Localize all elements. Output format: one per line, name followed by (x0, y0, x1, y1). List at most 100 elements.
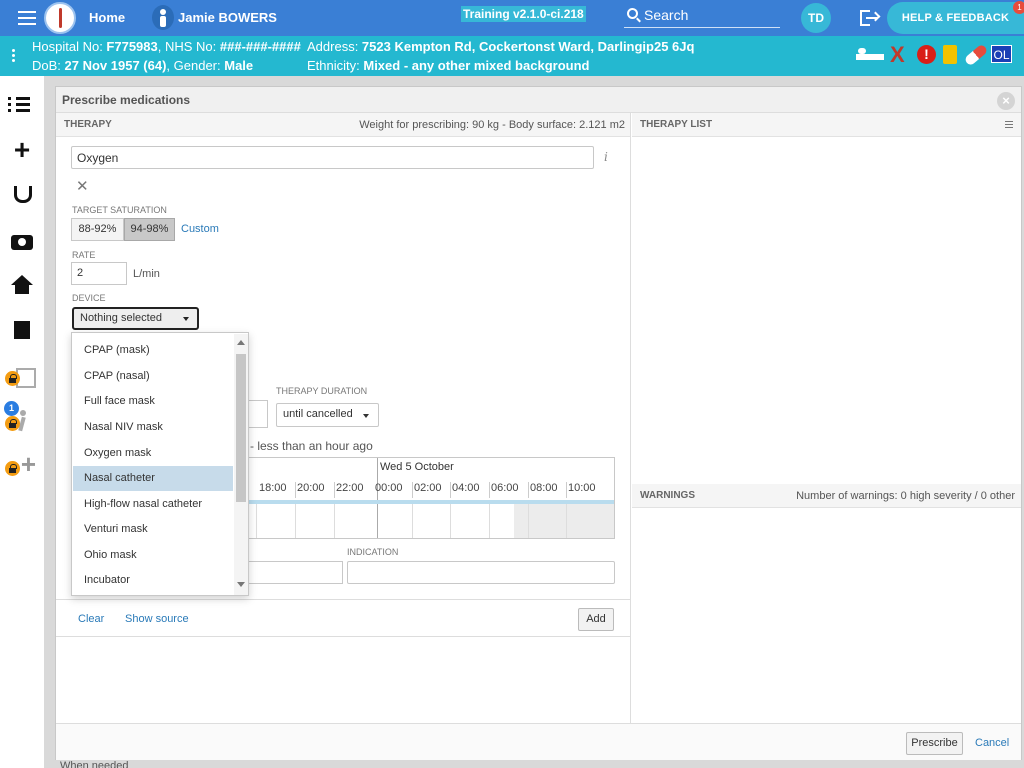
indication-input[interactable] (347, 561, 615, 584)
dob: 27 Nov 1957 (64) (64, 58, 167, 73)
menu-icon[interactable] (1005, 121, 1013, 130)
notification-badge[interactable]: 1 (1013, 1, 1024, 14)
home-button[interactable]: Home (89, 10, 125, 25)
ethnicity: Mixed - any other mixed background (363, 58, 590, 73)
cross-icon[interactable]: X (890, 44, 908, 66)
search-icon (627, 8, 638, 19)
device-option[interactable]: CPAP (nasal) (73, 364, 233, 389)
timeline-future-zone (514, 504, 614, 538)
device-option[interactable]: Venturi mask (73, 517, 233, 542)
top-nav-bar: Home Jamie BOWERS Training v2.1.0-ci.218… (0, 0, 1024, 36)
help-feedback-button[interactable]: HELP & FEEDBACK (887, 2, 1024, 34)
hospital-number: F775983 (106, 39, 158, 54)
patient-icon (152, 5, 174, 30)
alert-icon[interactable]: ! (917, 45, 936, 64)
device-option[interactable]: High-flow nasal catheter (73, 492, 233, 517)
background-text: When needed (60, 760, 129, 768)
lock-icon (5, 461, 20, 476)
timeline-hour: 06:00 (491, 482, 519, 494)
left-rail: + 1 + (0, 76, 44, 768)
bed-icon[interactable] (856, 45, 884, 65)
timeline[interactable]: Wed 5 October 18:00 20:00 22:00 00:00 02… (246, 457, 615, 539)
timeline-hour: 20:00 (297, 482, 325, 494)
medication-input[interactable]: Oxygen (71, 146, 594, 169)
patient-banner: Hospital No: F775983, NHS No: ###-###-##… (0, 36, 1024, 76)
duration-value: until cancelled (283, 408, 353, 420)
search-button[interactable]: Search (624, 4, 780, 28)
caret-down-icon (183, 317, 189, 321)
device-select[interactable]: Nothing selected (72, 307, 199, 330)
indication-label: INDICATION (347, 547, 399, 557)
rate-label: RATE (72, 250, 96, 260)
device-option[interactable]: Ohio mask (73, 543, 233, 568)
timeline-hour: 22:00 (336, 482, 364, 494)
timeline-hour: 10:00 (568, 482, 596, 494)
edit-icon[interactable] (8, 316, 36, 344)
start-time-input[interactable] (246, 400, 268, 428)
target-saturation-label: TARGET SATURATION (72, 205, 167, 215)
weight-info: Weight for prescribing: 90 kg - Body sur… (359, 119, 625, 131)
stethoscope-icon[interactable] (8, 182, 36, 210)
timeline-hour: 00:00 (375, 482, 403, 494)
nhs-number: ###-###-#### (219, 39, 301, 54)
timeline-hour: 18:00 (259, 482, 287, 494)
timeline-hour: 02:00 (414, 482, 442, 494)
scroll-down-icon[interactable] (237, 582, 245, 587)
list-icon[interactable] (8, 94, 36, 122)
saturation-option-88-92[interactable]: 88-92% (71, 218, 124, 241)
device-select-value: Nothing selected (80, 312, 162, 324)
address: 7523 Kempton Rd, Cockertonst Ward, Darli… (361, 39, 695, 54)
device-option[interactable]: Oxygen mask (73, 441, 233, 466)
clear-medication-icon[interactable]: ✕ (76, 177, 89, 195)
gender: Male (224, 58, 254, 73)
rate-unit: L/min (133, 268, 160, 280)
build-badge: Training v2.1.0-ci.218 (461, 6, 586, 22)
device-option[interactable]: Nasal NIV mask (73, 415, 233, 440)
scroll-up-icon[interactable] (237, 340, 245, 345)
modal-footer: Prescribe Cancel (56, 723, 1021, 760)
patient-name[interactable]: Jamie BOWERS (178, 10, 277, 25)
start-time-note: - less than an hour ago (250, 439, 373, 453)
camera-icon[interactable] (8, 228, 36, 256)
scroll-thumb[interactable] (236, 354, 246, 502)
modal-header: Prescribe medications × (56, 87, 1021, 113)
custom-saturation-link[interactable]: Custom (181, 223, 219, 235)
cancel-link[interactable]: Cancel (975, 737, 1009, 749)
comment-input[interactable] (246, 561, 343, 584)
add-button[interactable]: Add (578, 608, 614, 631)
clear-link[interactable]: Clear (78, 613, 104, 625)
ol-badge[interactable]: OL (991, 45, 1012, 63)
user-avatar[interactable]: TD (801, 3, 831, 33)
rate-input[interactable]: 2 (71, 262, 127, 285)
ethnicity-line: Ethnicity: Mixed - any other mixed backg… (307, 58, 590, 73)
show-source-link[interactable]: Show source (125, 613, 189, 625)
hospital-number-line: Hospital No: F775983, NHS No: ###-###-##… (32, 39, 301, 54)
app-logo[interactable] (44, 2, 76, 34)
timeline-day: Wed 5 October (380, 461, 454, 473)
address-line: Address: 7523 Kempton Rd, Cockertonst Wa… (307, 39, 695, 54)
hamburger-menu-icon[interactable] (18, 11, 36, 25)
saturation-option-94-98[interactable]: 94-98% (124, 218, 175, 241)
info-icon[interactable]: i (604, 150, 612, 164)
device-option[interactable]: Full face mask (73, 389, 233, 414)
lock-icon (5, 416, 20, 431)
column-divider (630, 113, 631, 723)
therapy-header: THERAPY Weight for prescribing: 90 kg - … (56, 113, 631, 137)
device-option-highlighted[interactable]: Nasal catheter (73, 466, 233, 491)
close-icon[interactable]: × (997, 92, 1015, 110)
dropdown-scrollbar[interactable] (234, 334, 248, 595)
duration-select[interactable]: until cancelled (276, 403, 379, 427)
device-option[interactable]: Incubator (73, 568, 233, 593)
plus-icon[interactable]: + (8, 136, 36, 164)
pill-icon[interactable] (963, 43, 989, 67)
device-label: DEVICE (72, 293, 106, 303)
bottle-icon[interactable] (943, 45, 957, 64)
more-options-icon[interactable] (12, 49, 16, 64)
warnings-header: WARNINGS Number of warnings: 0 high seve… (632, 484, 1021, 508)
device-option[interactable]: CPAP (mask) (73, 338, 233, 363)
prescribe-button[interactable]: Prescribe (906, 732, 963, 755)
house-icon[interactable] (8, 272, 36, 300)
logout-icon[interactable] (860, 10, 881, 26)
timeline-hour: 08:00 (530, 482, 558, 494)
therapy-form-footer: Clear Show source Add (56, 599, 630, 637)
